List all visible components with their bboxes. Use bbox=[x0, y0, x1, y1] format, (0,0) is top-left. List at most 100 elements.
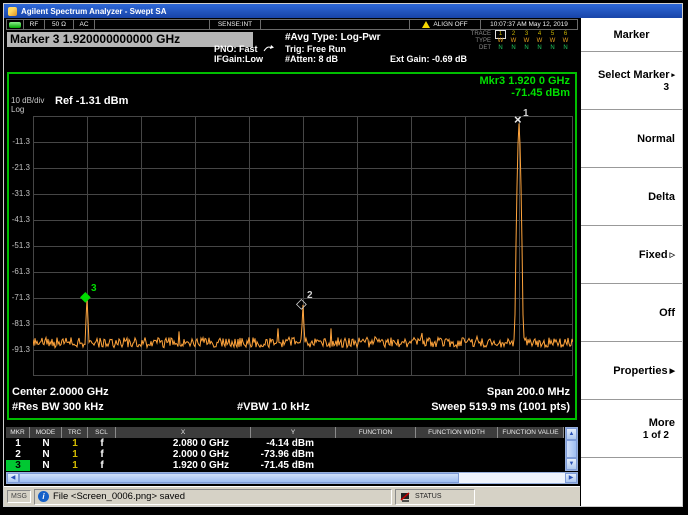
y-axis-label: -51.3 bbox=[9, 241, 30, 250]
softkey-normal[interactable]: Normal bbox=[581, 110, 682, 168]
res-bw-readout: #Res BW 300 kHz bbox=[12, 401, 104, 413]
active-marker-readout: Mkr3 1.920 0 GHz -71.45 dBm bbox=[480, 75, 571, 99]
cell-mkr: 2 bbox=[6, 449, 30, 460]
cell-mode: N bbox=[30, 449, 62, 460]
active-marker-frequency: Mkr3 1.920 0 GHz bbox=[480, 75, 571, 87]
scroll-up-button[interactable]: ▲ bbox=[566, 428, 577, 440]
scroll-right-button[interactable]: ▶ bbox=[565, 473, 577, 483]
trace-4-number: 4 bbox=[533, 31, 546, 38]
scroll-left-button[interactable]: ◀ bbox=[7, 473, 19, 483]
cell-scl: f bbox=[88, 438, 116, 449]
cell-mkr: 1 bbox=[6, 438, 30, 449]
titlebar: Agilent Spectrum Analyzer - Swept SA bbox=[4, 4, 682, 18]
header-x: X bbox=[116, 427, 251, 438]
align-warning-text: ALIGN OFF bbox=[433, 21, 467, 28]
continuous-sweep-icon bbox=[9, 22, 21, 28]
status-spacer bbox=[260, 19, 410, 30]
info-icon: i bbox=[38, 491, 49, 502]
det-row-label: DET bbox=[465, 45, 491, 52]
softkey-more[interactable]: More 1 of 2 bbox=[581, 400, 682, 458]
header-function-value: FUNCTION VALUE bbox=[498, 427, 564, 438]
y-axis-label: -31.3 bbox=[9, 189, 30, 198]
msg-label: MSG bbox=[7, 490, 31, 503]
cell-mode: N bbox=[30, 438, 62, 449]
sweep-indicator bbox=[6, 19, 24, 30]
softkey-off[interactable]: Off bbox=[581, 284, 682, 342]
trace-6-type: W bbox=[559, 38, 572, 45]
softkey-select-marker[interactable]: Select Marker▸ 3 bbox=[581, 52, 682, 110]
header-trc: TRC bbox=[62, 427, 88, 438]
status-icon bbox=[400, 492, 412, 502]
app-icon bbox=[8, 7, 17, 16]
header-function-width: FUNCTION WIDTH bbox=[416, 427, 498, 438]
status-label: STATUS bbox=[415, 493, 442, 500]
impedance-indicator: 50 Ω bbox=[44, 19, 74, 30]
softkey-label: Fixed bbox=[639, 249, 668, 261]
window-title: Agilent Spectrum Analyzer - Swept SA bbox=[21, 7, 167, 16]
pno-icon bbox=[262, 44, 275, 55]
scroll-down-button[interactable]: ▼ bbox=[566, 458, 577, 470]
grid-and-trace: ×1◇2◆3 bbox=[33, 116, 573, 376]
cell-y: -71.45 dBm bbox=[251, 460, 336, 471]
y-axis-label: -81.3 bbox=[9, 319, 30, 328]
cell-scl: f bbox=[88, 460, 116, 471]
cell-mkr: 3 bbox=[6, 460, 30, 471]
trace-5-type: W bbox=[546, 38, 559, 45]
trace-5-detector: N bbox=[546, 45, 559, 52]
pno-text: PNO: Fast bbox=[214, 44, 258, 54]
trace-4-detector: N bbox=[533, 45, 546, 52]
softkey-label: Delta bbox=[648, 191, 675, 203]
type-row-label: TYPE bbox=[465, 38, 491, 45]
cell-x: 2.000 0 GHz bbox=[116, 449, 251, 460]
ifgain-setting: IFGain:Low bbox=[214, 54, 263, 64]
trace-6-detector: N bbox=[559, 45, 572, 52]
trace-2-number: 2 bbox=[507, 31, 520, 38]
table-row[interactable]: 1 N 1 f 2.080 0 GHz -4.14 dBm bbox=[6, 438, 564, 449]
coupling-indicator: AC bbox=[73, 19, 95, 30]
h-scroll-track[interactable] bbox=[459, 473, 565, 483]
message-bar: MSG i File <Screen_0006.png> saved STATU… bbox=[4, 486, 580, 506]
trace-status-table: TRACE 1 2 3 4 5 6 TYPE W W W W W W DET N… bbox=[465, 31, 577, 52]
submenu-arrow-icon: ▷ bbox=[670, 251, 675, 259]
top-status-strip: RF 50 Ω AC SENSE:INT ALIGN OFF 10:07:37 … bbox=[6, 19, 578, 30]
header-y: Y bbox=[251, 427, 336, 438]
instrument-display: RF 50 Ω AC SENSE:INT ALIGN OFF 10:07:37 … bbox=[4, 18, 580, 506]
trace-5-number: 5 bbox=[546, 31, 559, 38]
softkey-properties[interactable]: Properties▶ bbox=[581, 342, 682, 400]
table-row[interactable]: 2 N 1 f 2.000 0 GHz -73.96 dBm bbox=[6, 449, 564, 460]
table-v-scrollbar[interactable]: ▲ ▼ bbox=[565, 427, 578, 471]
cell-mode: N bbox=[30, 460, 62, 471]
softkey-label: Select Marker bbox=[598, 69, 670, 81]
avg-type-setting: #Avg Type: Log-Pwr bbox=[285, 32, 381, 43]
table-row[interactable]: 3 N 1 f 1.920 0 GHz -71.45 dBm bbox=[6, 460, 564, 471]
table-h-scrollbar[interactable]: ◀ ▶ bbox=[6, 472, 578, 484]
marker-table: MKR MODE TRC SCL X Y FUNCTION FUNCTION W… bbox=[6, 427, 564, 471]
marker-table-header: MKR MODE TRC SCL X Y FUNCTION FUNCTION W… bbox=[6, 427, 564, 438]
y-axis-label: -21.3 bbox=[9, 163, 30, 172]
v-scroll-thumb[interactable] bbox=[566, 440, 577, 458]
clock: 10:07:37 AM May 12, 2019 bbox=[480, 19, 578, 30]
trace-2-detector: N bbox=[507, 45, 520, 52]
message-field: i File <Screen_0006.png> saved bbox=[34, 489, 392, 505]
status-field: STATUS bbox=[395, 489, 475, 505]
header-scl: SCL bbox=[88, 427, 116, 438]
status-spacer bbox=[94, 19, 210, 30]
atten-setting: #Atten: 8 dB bbox=[285, 54, 338, 64]
softkey-fixed[interactable]: Fixed▷ bbox=[581, 226, 682, 284]
cell-scl: f bbox=[88, 449, 116, 460]
align-warning: ALIGN OFF bbox=[409, 19, 481, 30]
submenu-arrow-icon: ▶ bbox=[670, 367, 675, 375]
cell-trc: 1 bbox=[62, 449, 88, 460]
softkey-label: Properties bbox=[613, 365, 667, 377]
softkey-label: More bbox=[649, 417, 675, 429]
y-axis-label: -71.3 bbox=[9, 293, 30, 302]
span-readout: Span 200.0 MHz bbox=[487, 386, 570, 398]
trace-row-label: TRACE bbox=[465, 31, 491, 38]
h-scroll-thumb[interactable] bbox=[19, 473, 459, 483]
softkey-delta[interactable]: Delta bbox=[581, 168, 682, 226]
status-message: File <Screen_0006.png> saved bbox=[53, 491, 185, 502]
trace-2-type: W bbox=[507, 38, 520, 45]
warning-icon bbox=[422, 21, 430, 28]
ext-gain-setting: Ext Gain: -0.69 dB bbox=[390, 54, 467, 64]
softkey-label: Off bbox=[659, 307, 675, 319]
